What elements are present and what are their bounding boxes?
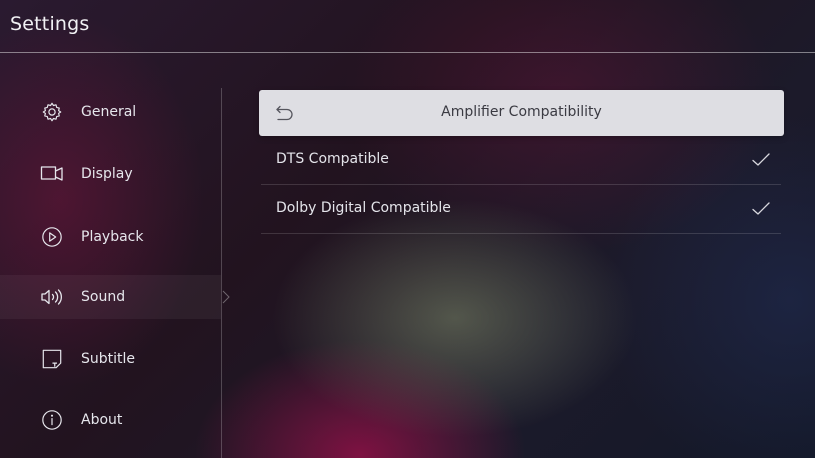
display-icon: [40, 162, 64, 186]
option-dolby-digital-compatible[interactable]: Dolby Digital Compatible: [261, 185, 781, 234]
sidebar-item-label: General: [81, 104, 137, 120]
sidebar-item-label: Sound: [81, 289, 126, 305]
sidebar-item-label: Display: [81, 166, 133, 182]
checkmark-icon: [752, 202, 770, 215]
option-label: Dolby Digital Compatible: [276, 200, 451, 216]
chevron-right-icon: [222, 290, 230, 304]
settings-screen: Settings General Display Playback Sound …: [0, 0, 815, 458]
panel-title: Amplifier Compatibility: [441, 104, 602, 120]
page-title: Settings: [10, 13, 90, 35]
sidebar-item-display[interactable]: Display: [0, 152, 221, 196]
panel-header: Amplifier Compatibility: [259, 90, 784, 136]
subtitle-icon: [40, 347, 64, 371]
info-icon: [40, 408, 64, 432]
sidebar-item-about[interactable]: About: [0, 398, 221, 442]
play-circle-icon: [40, 225, 64, 249]
speaker-icon: [40, 285, 64, 309]
sidebar-item-label: About: [81, 412, 123, 428]
gear-icon: [40, 100, 64, 124]
option-label: DTS Compatible: [276, 151, 389, 167]
sidebar-item-general[interactable]: General: [0, 90, 221, 134]
option-dts-compatible[interactable]: DTS Compatible: [261, 136, 781, 185]
checkmark-icon: [752, 153, 770, 166]
sidebar-item-subtitle[interactable]: Subtitle: [0, 337, 221, 381]
header-bar: Settings: [0, 0, 815, 53]
sidebar-divider: [221, 88, 222, 458]
sidebar-item-sound[interactable]: Sound: [0, 275, 221, 319]
sidebar-item-label: Playback: [81, 229, 144, 245]
sidebar: General Display Playback Sound Subtitle …: [0, 53, 221, 458]
sidebar-item-label: Subtitle: [81, 351, 136, 367]
sidebar-item-playback[interactable]: Playback: [0, 215, 221, 259]
